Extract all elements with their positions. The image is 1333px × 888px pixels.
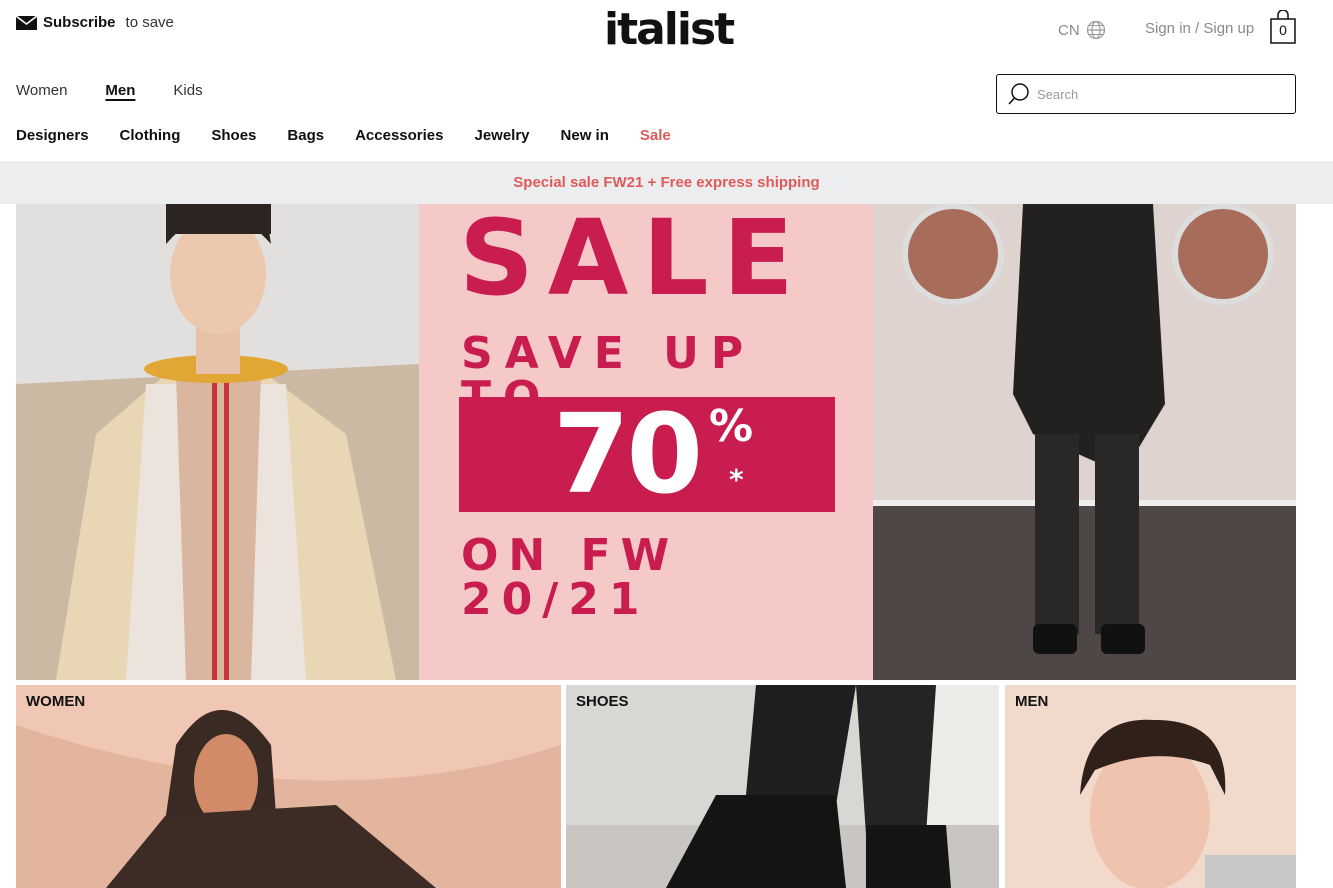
hero-percent-value: 70 [553, 390, 703, 518]
search-input[interactable] [1037, 86, 1277, 102]
shoes-tile-image [566, 685, 999, 888]
cat-bags[interactable]: Bags [287, 127, 324, 144]
envelope-icon [16, 14, 37, 30]
tile-men[interactable]: MEN [1005, 685, 1296, 888]
model-jacket-image [16, 204, 419, 680]
subscribe-bold-text: Subscribe [43, 14, 116, 31]
cat-new-in[interactable]: New in [561, 127, 609, 144]
hero-asterisk: * [729, 463, 744, 496]
tile-women-label: WOMEN [26, 693, 86, 710]
cart-button[interactable]: 0 [1270, 9, 1296, 44]
tile-shoes-label: SHOES [576, 693, 629, 710]
hero-percent-sign: % [709, 401, 754, 452]
women-tile-image [16, 685, 561, 888]
subscribe-rest-text: to save [125, 14, 174, 31]
hero-photo-right [873, 204, 1296, 680]
globe-icon [1086, 20, 1105, 40]
hero-photo-left [16, 204, 419, 680]
cat-clothing[interactable]: Clothing [120, 127, 181, 144]
cat-sale[interactable]: Sale [640, 127, 671, 144]
nav-women[interactable]: Women [16, 82, 67, 99]
hero-season: ON FW 20/21 [461, 530, 680, 625]
hero-headline: SALE [459, 197, 808, 319]
tile-women[interactable]: WOMEN [16, 685, 561, 888]
site-logo[interactable]: italist [604, 8, 735, 52]
gender-nav: Women Men Kids [16, 82, 203, 99]
category-nav: Designers Clothing Shoes Bags Accessorie… [16, 127, 671, 144]
nav-kids[interactable]: Kids [173, 82, 202, 99]
subscribe-link[interactable]: Subscribe to save [16, 14, 174, 31]
hero-banner[interactable]: SALE SAVE UP TO 70 % * ON FW 20/21 [16, 204, 1296, 680]
hero-percent-box: 70 % * [459, 390, 835, 518]
tile-men-label: MEN [1015, 693, 1049, 710]
cat-shoes[interactable]: Shoes [211, 127, 256, 144]
cart-count: 0 [1279, 22, 1287, 38]
cat-jewelry[interactable]: Jewelry [474, 127, 529, 144]
search-box[interactable] [996, 74, 1296, 114]
search-icon[interactable] [1007, 82, 1031, 106]
locale-code: CN [1058, 21, 1080, 39]
locale-selector[interactable]: CN [1058, 20, 1106, 40]
tile-shoes[interactable]: SHOES [566, 685, 999, 888]
model-suit-image [873, 204, 1296, 680]
men-tile-image [1005, 685, 1296, 888]
hero-sale-panel: SALE SAVE UP TO 70 % * ON FW 20/21 [419, 204, 873, 680]
cat-accessories[interactable]: Accessories [355, 127, 443, 144]
nav-men[interactable]: Men [105, 82, 135, 99]
cat-designers[interactable]: Designers [16, 127, 89, 144]
signin-link[interactable]: Sign in / Sign up [1145, 20, 1254, 37]
